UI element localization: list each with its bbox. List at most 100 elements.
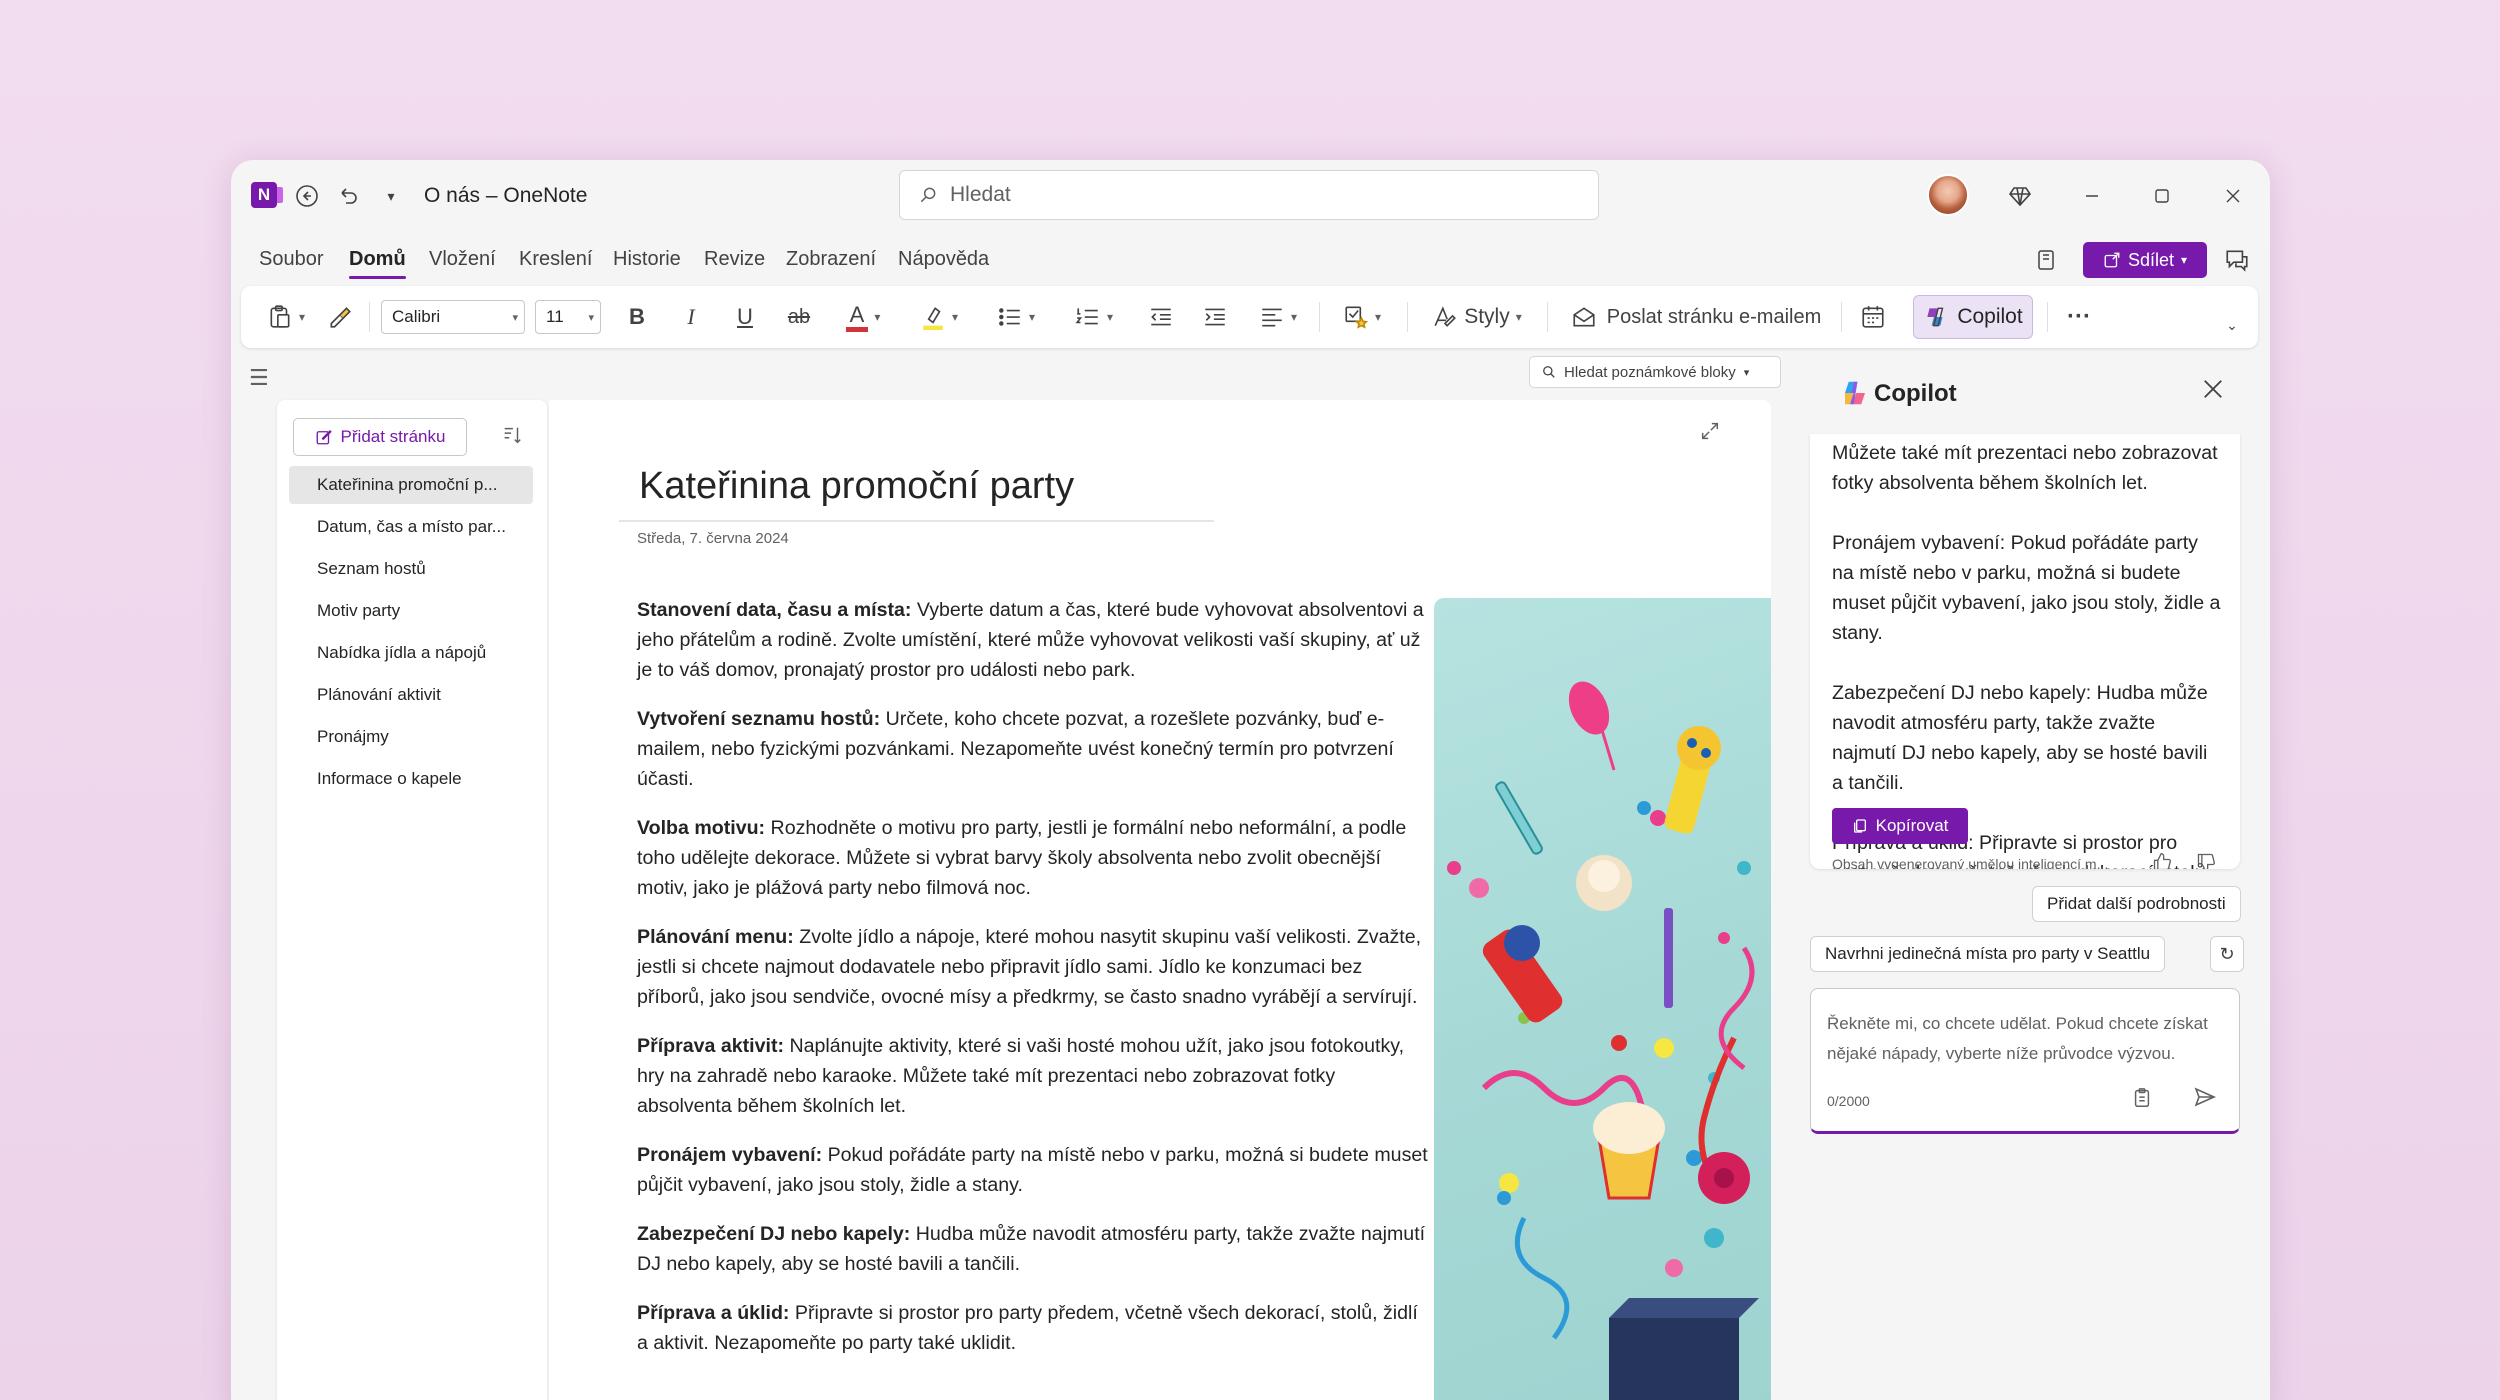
thumbs-up-icon[interactable] <box>2152 852 2172 869</box>
add-page-button[interactable]: Přidat stránku <box>293 418 467 456</box>
add-page-label: Přidat stránku <box>340 427 446 446</box>
menu-zobrazeni[interactable]: Zobrazení <box>786 248 876 271</box>
page-item[interactable]: Kateřinina promoční p... <box>289 466 533 504</box>
styles-icon <box>1434 306 1457 327</box>
underline-button[interactable]: U <box>727 298 763 336</box>
paragraph[interactable]: Příprava a úklid: Připravte si prostor p… <box>637 1298 1432 1358</box>
styles-button[interactable]: Styly ▾ <box>1421 298 1533 336</box>
search-box[interactable]: Hledat <box>899 170 1599 220</box>
suggestion-chip[interactable]: Přidat další podrobnosti <box>2032 886 2241 922</box>
copilot-ribbon-button[interactable]: Copilot <box>1913 295 2033 339</box>
diamond-icon[interactable] <box>2004 180 2036 212</box>
undo-icon[interactable] <box>333 180 365 212</box>
maximize-icon[interactable] <box>2146 180 2178 212</box>
navigation-toggle-icon[interactable]: ☰ <box>249 365 269 391</box>
paste-button[interactable]: ▾ <box>257 298 315 336</box>
onenote-logo-icon: N <box>251 182 283 208</box>
font-color-button[interactable]: A ▾ <box>835 298 891 336</box>
window-title: O nás – OneNote <box>424 184 588 207</box>
paragraph[interactable]: Zabezpečení DJ nebo kapely: Hudba může n… <box>637 1219 1432 1279</box>
feedback-icon[interactable] <box>2221 244 2253 276</box>
menu-domu[interactable]: Domů <box>349 248 406 279</box>
menu-bar: Soubor Domů Vložení Kreslení Historie Re… <box>231 242 2270 282</box>
back-icon[interactable] <box>291 180 323 212</box>
meeting-details-icon[interactable] <box>1853 298 1893 336</box>
minimize-icon[interactable] <box>2076 180 2108 212</box>
highlight-button[interactable]: ▾ <box>911 298 967 336</box>
ribbon-toolbar: ▾ Calibri ▾ 11 ▾ B I U ab A ▾ ▾ ▾ ▾ ▾ ▾ … <box>241 286 2258 348</box>
font-size-select[interactable]: 11 ▾ <box>535 300 601 334</box>
suggestion-chip[interactable]: Navrhni jedinečná místa pro party v Seat… <box>1810 936 2166 972</box>
font-color-icon: A <box>845 302 869 332</box>
close-icon[interactable] <box>2202 376 2224 407</box>
menu-vlozeni[interactable]: Vložení <box>429 248 496 271</box>
page-item[interactable]: Nabídka jídla a nápojů <box>289 634 533 672</box>
page-title[interactable]: Kateřinina promoční party <box>639 465 1074 508</box>
avatar[interactable] <box>1927 174 1969 216</box>
bullets-button[interactable]: ▾ <box>985 298 1047 336</box>
add-page-icon <box>316 430 332 445</box>
font-name-select[interactable]: Calibri ▾ <box>381 300 525 334</box>
numbering-button[interactable]: ▾ <box>1063 298 1125 336</box>
page-item[interactable]: Seznam hostů <box>289 550 533 588</box>
copy-button[interactable]: Kopírovat <box>1832 808 1968 844</box>
send-icon[interactable] <box>2193 1085 2217 1115</box>
copilot-prompt-input[interactable]: Řekněte mi, co chcete udělat. Pokud chce… <box>1810 988 2240 1134</box>
thumbs-down-icon[interactable] <box>2196 852 2216 869</box>
styles-label: Styly <box>1464 305 1510 328</box>
paragraph[interactable]: Volba motivu: Rozhodněte o motivu pro pa… <box>637 813 1432 903</box>
prompt-guide-icon[interactable] <box>2131 1087 2153 1115</box>
prompt-placeholder: Řekněte mi, co chcete udělat. Pokud chce… <box>1827 1014 2208 1063</box>
copilot-ribbon-label: Copilot <box>1957 305 2023 328</box>
collapse-ribbon-icon[interactable]: ⌄ <box>2217 306 2247 344</box>
copilot-title: Copilot <box>1874 380 1957 407</box>
share-button[interactable]: Sdílet ▾ <box>2083 242 2207 278</box>
sort-icon[interactable] <box>501 424 523 452</box>
page-body[interactable]: Stanovení data, času a místa: Vyberte da… <box>637 595 1432 1377</box>
paragraph[interactable]: Plánování menu: Zvolte jídlo a nápoje, k… <box>637 922 1432 1012</box>
paragraph[interactable]: Příprava aktivit: Naplánujte aktivity, k… <box>637 1031 1432 1121</box>
menu-historie[interactable]: Historie <box>613 248 681 271</box>
party-image[interactable] <box>1434 598 1771 1400</box>
page-item[interactable]: Motiv party <box>289 592 533 630</box>
menu-revize[interactable]: Revize <box>704 248 765 271</box>
align-button[interactable]: ▾ <box>1249 298 1307 336</box>
chevron-down-icon: ▾ <box>1743 366 1750 379</box>
close-icon[interactable] <box>2217 180 2249 212</box>
tag-button[interactable]: ▾ <box>1331 298 1393 336</box>
font-name-value: Calibri <box>392 307 441 326</box>
page-item[interactable]: Plánování aktivit <box>289 676 533 714</box>
copilot-response[interactable]: fotokoutky, hry na zahradě nebo karaoke.… <box>1832 434 2222 869</box>
title-bar: N ▾ O nás – OneNote Hledat <box>231 160 2270 232</box>
quick-access-dropdown-icon[interactable]: ▾ <box>375 180 407 212</box>
decrease-indent-icon[interactable] <box>1143 298 1179 336</box>
menu-kresleni[interactable]: Kreslení <box>519 248 592 271</box>
page-item[interactable]: Informace o kapele <box>289 760 533 798</box>
email-page-button[interactable]: Poslat stránku e-mailem <box>1561 298 1831 336</box>
paragraph[interactable]: Stanovení data, času a místa: Vyberte da… <box>637 595 1432 685</box>
page-editor[interactable]: Kateřinina promoční party Středa, 7. čer… <box>549 400 1771 1400</box>
page-item[interactable]: Pronájmy <box>289 718 533 756</box>
expand-icon[interactable] <box>1699 420 1721 448</box>
copilot-logo-icon <box>1845 381 1865 405</box>
paragraph[interactable]: Vytvoření seznamu hostů: Určete, koho ch… <box>637 704 1432 794</box>
page-item[interactable]: Datum, čas a místo par... <box>289 508 533 546</box>
italic-button[interactable]: I <box>673 298 709 336</box>
menu-soubor[interactable]: Soubor <box>259 248 324 271</box>
tag-star-icon <box>1345 306 1369 329</box>
immersive-reader-icon[interactable] <box>2031 244 2063 276</box>
paragraph[interactable]: Pronájem vybavení: Pokud pořádáte party … <box>637 1140 1432 1200</box>
font-size-value: 11 <box>546 307 564 326</box>
notebook-search[interactable]: Hledat poznámkové bloky ▾ <box>1529 356 1781 388</box>
increase-indent-icon[interactable] <box>1197 298 1233 336</box>
format-painter-icon[interactable] <box>323 298 357 336</box>
pages-pane: Přidat stránku Kateřinina promoční p... … <box>277 400 547 1400</box>
strikethrough-button[interactable]: ab <box>781 298 817 336</box>
menu-napoveda[interactable]: Nápověda <box>898 248 989 271</box>
bold-button[interactable]: B <box>619 298 655 336</box>
highlighter-icon <box>923 307 943 330</box>
share-icon <box>2104 252 2120 268</box>
more-options-button[interactable]: ··· <box>2059 298 2099 336</box>
refresh-icon[interactable]: ↻ <box>2210 936 2244 972</box>
ai-disclaimer[interactable]: Obsah vygenerovaný umělou inteligencí m.… <box>1832 856 2108 869</box>
